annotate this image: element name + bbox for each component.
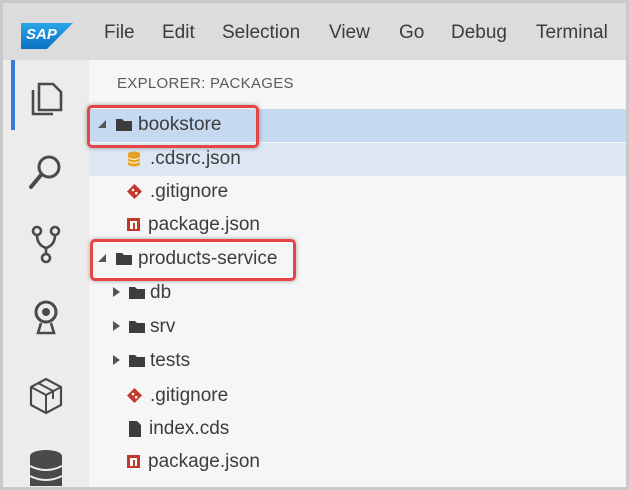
menu-file[interactable]: File [104, 22, 135, 44]
tree-item-index-cds[interactable]: index.cds [89, 413, 626, 446]
git-icon [127, 388, 142, 403]
tree-item-label: bookstore [138, 114, 222, 135]
active-indicator [11, 60, 15, 130]
npm-icon [127, 218, 140, 231]
chevron-down-icon[interactable] [98, 120, 106, 128]
tree-item-tests[interactable]: tests [89, 345, 626, 378]
tree-item-cdsrc-json[interactable]: .cdsrc.json [89, 143, 626, 176]
extensions-icon[interactable] [25, 375, 67, 417]
menu-go[interactable]: Go [399, 22, 424, 44]
chevron-right-icon[interactable] [113, 355, 120, 365]
menu-terminal[interactable]: Terminal [536, 22, 608, 44]
explorer-title: EXPLORER: PACKAGES [117, 75, 294, 92]
folder-icon [116, 253, 132, 265]
folder-icon [129, 355, 145, 367]
chevron-right-icon[interactable] [113, 287, 120, 297]
tree-item-label: .gitignore [150, 385, 229, 406]
tree-item-label: db [150, 282, 172, 303]
tree-item-label: package.json [148, 451, 260, 472]
folder-icon [129, 287, 145, 299]
file-icon [129, 421, 141, 437]
menu-debug[interactable]: Debug [451, 22, 507, 44]
menu-edit[interactable]: Edit [162, 22, 195, 44]
tree-item-label: .cdsrc.json [150, 148, 241, 169]
menu-bar: SAP File Edit Selection View Go Debug Te… [3, 3, 626, 60]
npm-icon [127, 455, 140, 468]
source-control-icon[interactable] [25, 223, 67, 265]
tree-item-products-service[interactable]: products-service [89, 243, 626, 276]
chevron-down-icon[interactable] [98, 254, 106, 262]
menu-view[interactable]: View [329, 22, 370, 44]
folder-icon [116, 119, 132, 131]
tree-item-label: products-service [138, 248, 278, 269]
tree-item-label: .gitignore [150, 181, 229, 202]
explorer-panel: EXPLORER: PACKAGES bookstore .cdsrc.json [89, 60, 626, 487]
database-file-icon [128, 151, 140, 167]
explorer-icon[interactable] [25, 78, 67, 120]
activity-bar [3, 60, 89, 490]
tree-item-gitignore[interactable]: .gitignore [89, 380, 626, 413]
tree-item-bookstore[interactable]: bookstore [89, 109, 626, 142]
folder-icon [129, 321, 145, 333]
sap-logo-text: SAP [26, 26, 57, 43]
menu-selection[interactable]: Selection [222, 22, 300, 44]
tree-item-package-json[interactable]: package.json [89, 446, 626, 479]
tree-item-label: package.json [148, 214, 260, 235]
tree-item-db[interactable]: db [89, 277, 626, 310]
tree-item-gitignore[interactable]: .gitignore [89, 176, 626, 209]
debug-icon[interactable] [25, 297, 67, 339]
chevron-right-icon[interactable] [113, 321, 120, 331]
tree-item-package-json[interactable]: package.json [89, 209, 626, 242]
tree-item-label: srv [150, 316, 176, 337]
database-icon[interactable] [25, 448, 67, 490]
window-frame: SAP File Edit Selection View Go Debug Te… [0, 0, 629, 490]
tree-item-srv[interactable]: srv [89, 311, 626, 344]
tree-item-label: tests [150, 350, 191, 371]
tree-item-label: index.cds [149, 418, 230, 439]
git-icon [127, 184, 142, 199]
search-icon[interactable] [25, 150, 67, 192]
